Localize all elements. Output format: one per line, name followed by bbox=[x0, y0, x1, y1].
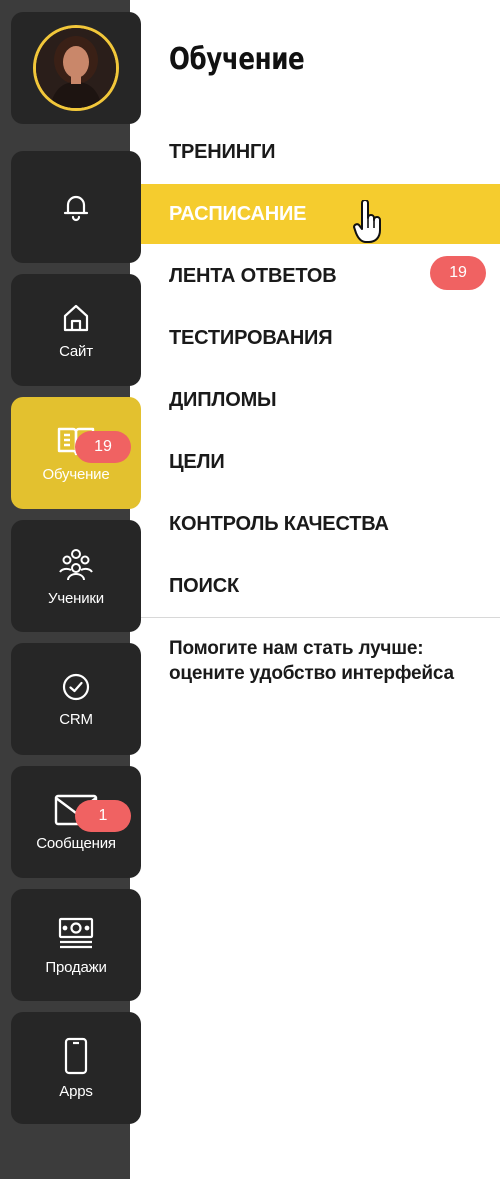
menu-item-label: ПОИСК bbox=[169, 574, 239, 597]
divider bbox=[141, 617, 500, 618]
notification-count-badge: 1 bbox=[75, 800, 131, 832]
menu-item-label: РАСПИСАНИЕ bbox=[169, 202, 307, 225]
menu-item-trainings[interactable]: ТРЕНИНГИ bbox=[141, 122, 500, 182]
menu-item-goals[interactable]: ЦЕЛИ bbox=[141, 432, 500, 492]
menu-item-label: ДИПЛОМЫ bbox=[169, 388, 277, 411]
feedback-link[interactable]: Помогите нам стать лучше: оцените удобст… bbox=[169, 636, 469, 686]
sidebar-item-sales[interactable]: Продажи bbox=[11, 889, 141, 1001]
menu-item-answers-feed[interactable]: ЛЕНТА ОТВЕТОВ 19 bbox=[141, 246, 500, 306]
sidebar-item-apps[interactable]: Apps bbox=[11, 1012, 141, 1124]
sidebar-item-crm[interactable]: CRM bbox=[11, 643, 141, 755]
menu-item-quality-control[interactable]: КОНТРОЛЬ КАЧЕСТВА bbox=[141, 494, 500, 554]
sidebar-item-site[interactable]: Сайт bbox=[11, 274, 141, 386]
menu-item-tests[interactable]: ТЕСТИРОВАНИЯ bbox=[141, 308, 500, 368]
notification-count-badge: 19 bbox=[75, 431, 131, 463]
sidebar-rail: Сайт Обучение 19 Ученики CRM Сообщения 1… bbox=[0, 0, 141, 1179]
sidebar-item-messages[interactable]: Сообщения 1 bbox=[11, 766, 141, 878]
menu-item-search[interactable]: ПОИСК bbox=[141, 556, 500, 616]
sidebar-item-label: Ученики bbox=[48, 589, 104, 607]
menu-item-label: ТЕСТИРОВАНИЯ bbox=[169, 326, 333, 349]
menu-item-label: ЛЕНТА ОТВЕТОВ bbox=[169, 264, 337, 287]
menu-item-diplomas[interactable]: ДИПЛОМЫ bbox=[141, 370, 500, 430]
sidebar-item-label: Обучение bbox=[42, 465, 110, 483]
sidebar-item-label: Сообщения bbox=[36, 834, 116, 852]
menu-item-label: КОНТРОЛЬ КАЧЕСТВА bbox=[169, 512, 389, 535]
avatar[interactable] bbox=[33, 25, 119, 111]
sidebar-item-students[interactable]: Ученики bbox=[11, 520, 141, 632]
bell-icon bbox=[60, 191, 92, 223]
menu-item-schedule[interactable]: РАСПИСАНИЕ bbox=[141, 184, 500, 244]
money-icon bbox=[56, 915, 96, 951]
panel-title: Обучение bbox=[169, 42, 305, 77]
sidebar-item-profile[interactable] bbox=[11, 12, 141, 124]
users-group-icon bbox=[56, 546, 96, 582]
sidebar-item-label: CRM bbox=[59, 710, 93, 728]
sidebar-item-label: Сайт bbox=[59, 342, 93, 360]
sidebar-item-label: Apps bbox=[59, 1082, 93, 1100]
home-icon bbox=[59, 301, 93, 335]
sidebar-item-notifications[interactable] bbox=[11, 151, 141, 263]
notification-count-badge: 19 bbox=[430, 256, 486, 290]
menu-item-label: ТРЕНИНГИ bbox=[169, 140, 276, 163]
sidebar-item-learning[interactable]: Обучение 19 bbox=[11, 397, 141, 509]
submenu-panel: Обучение ТРЕНИНГИ РАСПИСАНИЕ ЛЕНТА ОТВЕТ… bbox=[141, 0, 500, 1179]
check-circle-icon bbox=[60, 671, 92, 703]
avatar-image bbox=[36, 28, 116, 108]
sidebar-item-label: Продажи bbox=[45, 958, 107, 976]
hand-pointer-icon bbox=[353, 199, 383, 249]
menu-item-label: ЦЕЛИ bbox=[169, 450, 225, 473]
smartphone-icon bbox=[63, 1037, 89, 1075]
